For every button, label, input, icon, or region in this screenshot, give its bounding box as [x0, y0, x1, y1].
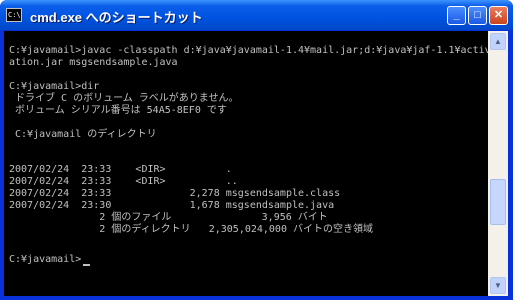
- console-line: 2007/02/24 23:33 <DIR> ..: [9, 176, 238, 187]
- console-line: ドライブ C のボリューム ラベルがありません。: [9, 93, 239, 104]
- console-line: 2007/02/24 23:30 1,678 msgsendsample.jav…: [9, 200, 335, 211]
- cmd-app-icon[interactable]: C:\: [6, 8, 22, 22]
- console-line: C:¥javamail>dir: [9, 81, 100, 92]
- console-line: 2 個のディレクトリ 2,305,024,000 バイトの空き領域: [9, 224, 373, 235]
- console-prompt: C:¥javamail>: [9, 254, 82, 265]
- console-line: ボリューム シリアル番号は 54A5-8EF0 です: [9, 105, 227, 116]
- console-window: C:\ cmd.exe へのショートカット _ □ ✕ C:¥javamail>…: [0, 0, 513, 300]
- scroll-down-icon[interactable]: ▼: [490, 277, 506, 294]
- maximize-button[interactable]: □: [468, 6, 487, 25]
- title-bar[interactable]: C:\ cmd.exe へのショートカット _ □ ✕: [0, 0, 513, 30]
- console-line: 2007/02/24 23:33 2,278 msgsendsample.cla…: [9, 188, 341, 199]
- console-line: C:¥javamail のディレクトリ: [9, 129, 157, 140]
- console-line: ation.jar msgsendsample.java: [9, 57, 178, 68]
- console-line: 2007/02/24 23:33 <DIR> .: [9, 164, 232, 175]
- close-button[interactable]: ✕: [489, 6, 508, 25]
- vertical-scrollbar[interactable]: ▲ ▼: [488, 31, 508, 296]
- text-cursor: [83, 264, 90, 266]
- window-title: cmd.exe へのショートカット: [30, 10, 203, 25]
- console-line: C:¥javamail>javac -classpath d:¥java¥jav…: [9, 45, 488, 56]
- console-line: 2 個のファイル 3,956 バイト: [9, 212, 328, 223]
- console-output[interactable]: C:¥javamail>javac -classpath d:¥java¥jav…: [4, 31, 488, 296]
- scrollbar-thumb[interactable]: [490, 179, 506, 225]
- minimize-button[interactable]: _: [447, 6, 466, 25]
- scroll-up-icon[interactable]: ▲: [490, 33, 506, 50]
